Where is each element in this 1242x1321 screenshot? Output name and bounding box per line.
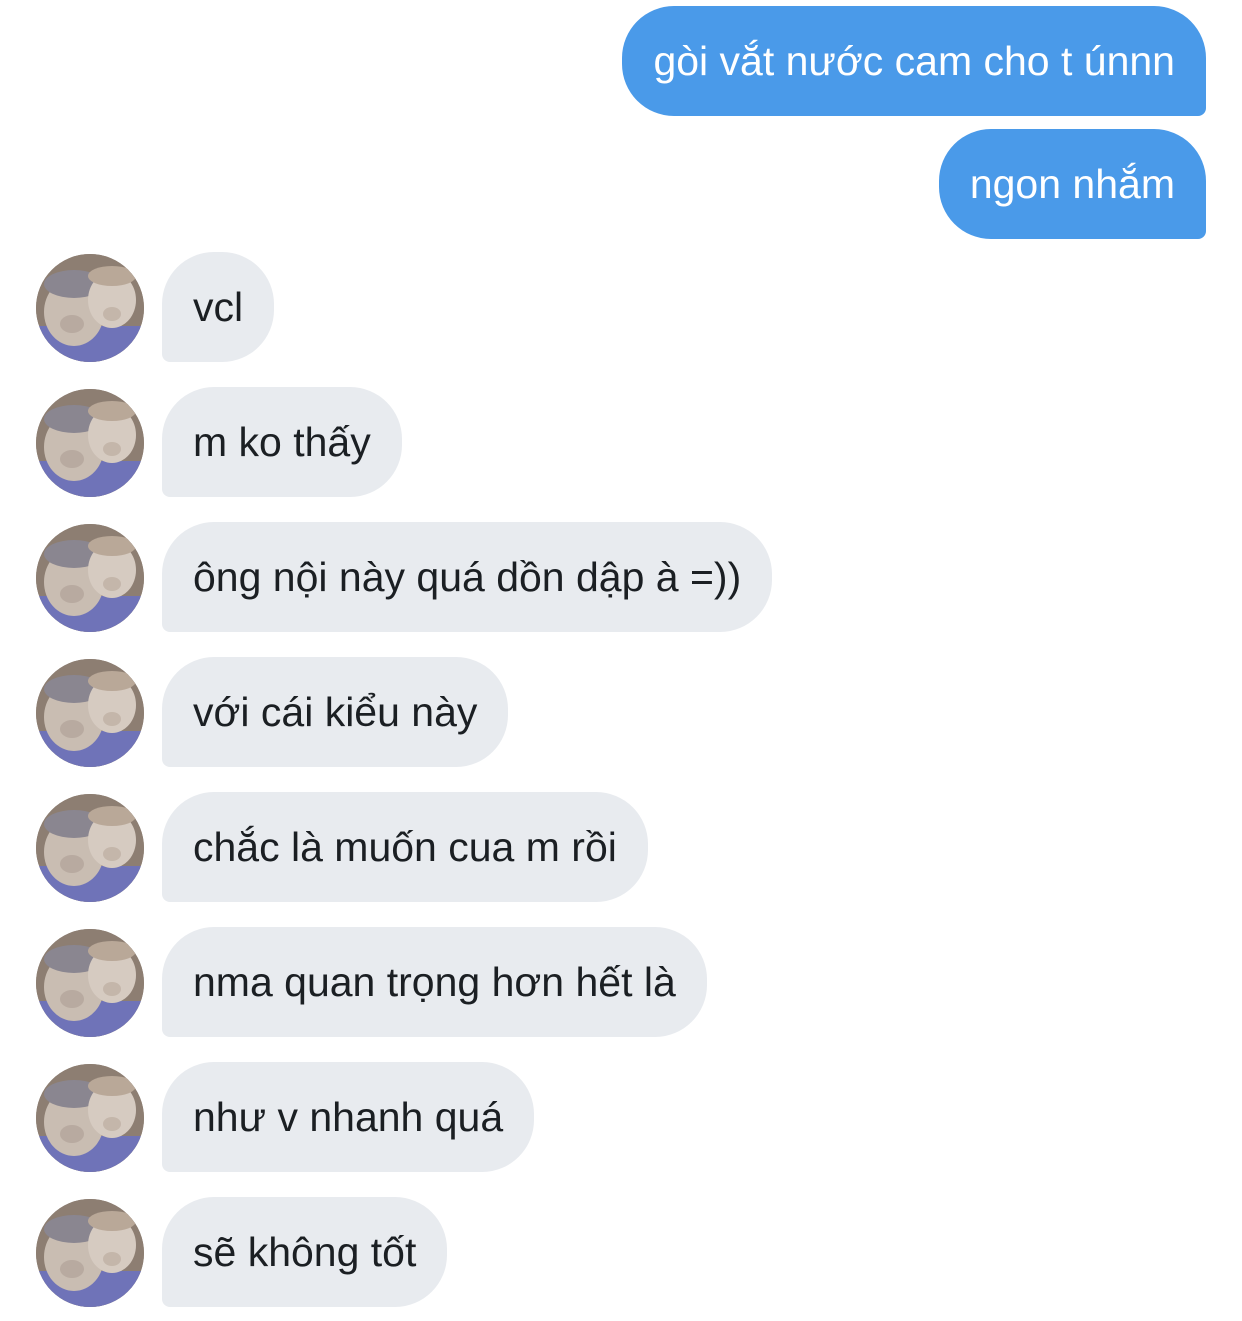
outgoing-message-bubble[interactable]: ngon nhắm: [938, 129, 1206, 239]
avatar-photo-icon: [36, 254, 144, 362]
message-text: nma quan trọng hơn hết là: [193, 959, 676, 1005]
user-avatar[interactable]: [36, 389, 144, 497]
avatar-photo-icon: [36, 389, 144, 497]
user-avatar[interactable]: [36, 659, 144, 767]
user-avatar[interactable]: [36, 524, 144, 632]
avatar-photo-icon: [36, 659, 144, 767]
incoming-message-bubble[interactable]: vcl: [162, 252, 275, 362]
outgoing-message-bubble[interactable]: gòi vắt nước cam cho t únnn: [622, 6, 1206, 116]
message-text: sẽ không tốt: [193, 1229, 417, 1275]
incoming-message-bubble[interactable]: ông nội này quá dồn dập à =)): [162, 522, 773, 632]
message-text: gòi vắt nước cam cho t únnn: [653, 38, 1175, 84]
user-avatar[interactable]: [36, 254, 144, 362]
message-thread: gòi vắt nước cam cho t únnn ngon nhắm vc…: [0, 0, 1242, 1321]
incoming-message-bubble[interactable]: m ko thấy: [162, 387, 402, 497]
avatar-photo-icon: [36, 1064, 144, 1172]
avatar-photo-icon: [36, 524, 144, 632]
incoming-message-bubble[interactable]: như v nhanh quá: [162, 1062, 535, 1172]
user-avatar[interactable]: [36, 1064, 144, 1172]
message-text: m ko thấy: [193, 419, 371, 465]
message-text: như v nhanh quá: [193, 1094, 504, 1140]
message-text: ngon nhắm: [969, 161, 1175, 207]
user-avatar[interactable]: [36, 794, 144, 902]
message-text: ông nội này quá dồn dập à =)): [193, 554, 742, 600]
user-avatar[interactable]: [36, 1199, 144, 1307]
avatar-photo-icon: [36, 794, 144, 902]
message-text: vcl: [193, 284, 244, 330]
message-text: với cái kiểu này: [193, 689, 478, 735]
incoming-message-bubble[interactable]: nma quan trọng hơn hết là: [162, 927, 707, 1037]
message-text: chắc là muốn cua m rồi: [193, 824, 617, 870]
user-avatar[interactable]: [36, 929, 144, 1037]
incoming-message-bubble[interactable]: với cái kiểu này: [162, 657, 509, 767]
avatar-photo-icon: [36, 1199, 144, 1307]
incoming-message-bubble[interactable]: chắc là muốn cua m rồi: [162, 792, 648, 902]
avatar-photo-icon: [36, 929, 144, 1037]
incoming-message-bubble[interactable]: sẽ không tốt: [162, 1197, 448, 1307]
